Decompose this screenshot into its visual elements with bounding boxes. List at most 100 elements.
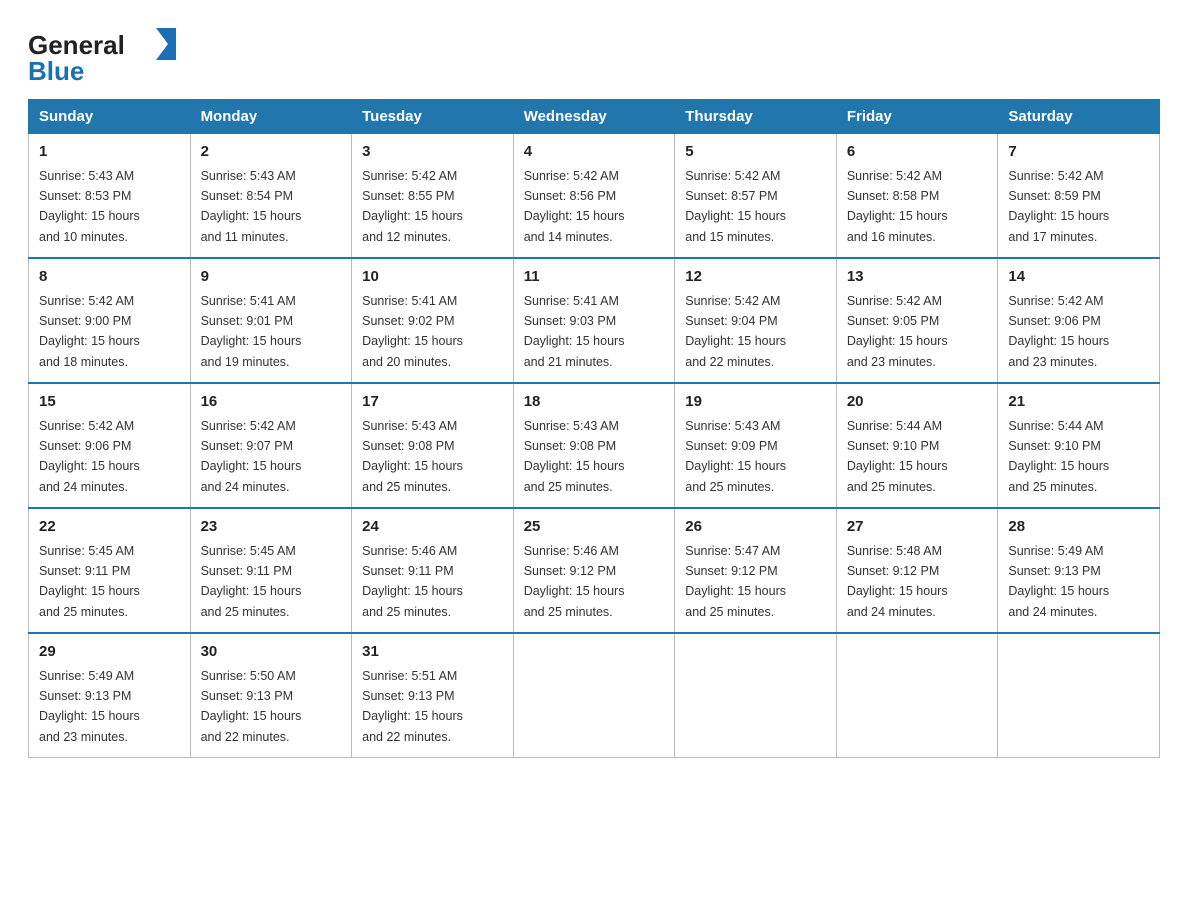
calendar-cell: 11 Sunrise: 5:41 AMSunset: 9:03 PMDaylig… bbox=[513, 258, 675, 383]
calendar-cell: 19 Sunrise: 5:43 AMSunset: 9:09 PMDaylig… bbox=[675, 383, 837, 508]
day-info: Sunrise: 5:42 AMSunset: 9:07 PMDaylight:… bbox=[201, 419, 302, 494]
day-number: 13 bbox=[847, 266, 988, 289]
calendar-cell: 13 Sunrise: 5:42 AMSunset: 9:05 PMDaylig… bbox=[836, 258, 998, 383]
calendar-header-row: SundayMondayTuesdayWednesdayThursdayFrid… bbox=[29, 100, 1160, 134]
day-info: Sunrise: 5:47 AMSunset: 9:12 PMDaylight:… bbox=[685, 544, 786, 619]
calendar-cell bbox=[998, 633, 1160, 758]
day-info: Sunrise: 5:45 AMSunset: 9:11 PMDaylight:… bbox=[39, 544, 140, 619]
day-info: Sunrise: 5:43 AMSunset: 9:08 PMDaylight:… bbox=[362, 419, 463, 494]
day-number: 28 bbox=[1008, 516, 1149, 539]
day-number: 8 bbox=[39, 266, 180, 289]
calendar-cell: 27 Sunrise: 5:48 AMSunset: 9:12 PMDaylig… bbox=[836, 508, 998, 633]
calendar-cell bbox=[836, 633, 998, 758]
calendar-cell: 28 Sunrise: 5:49 AMSunset: 9:13 PMDaylig… bbox=[998, 508, 1160, 633]
day-info: Sunrise: 5:42 AMSunset: 9:04 PMDaylight:… bbox=[685, 294, 786, 369]
calendar-week-5: 29 Sunrise: 5:49 AMSunset: 9:13 PMDaylig… bbox=[29, 633, 1160, 758]
calendar-cell: 22 Sunrise: 5:45 AMSunset: 9:11 PMDaylig… bbox=[29, 508, 191, 633]
day-number: 3 bbox=[362, 141, 503, 164]
day-info: Sunrise: 5:42 AMSunset: 9:06 PMDaylight:… bbox=[39, 419, 140, 494]
calendar-cell: 16 Sunrise: 5:42 AMSunset: 9:07 PMDaylig… bbox=[190, 383, 352, 508]
day-number: 30 bbox=[201, 641, 342, 664]
day-info: Sunrise: 5:42 AMSunset: 9:05 PMDaylight:… bbox=[847, 294, 948, 369]
day-info: Sunrise: 5:43 AMSunset: 8:54 PMDaylight:… bbox=[201, 169, 302, 244]
day-number: 22 bbox=[39, 516, 180, 539]
day-number: 4 bbox=[524, 141, 665, 164]
day-number: 25 bbox=[524, 516, 665, 539]
calendar-cell: 9 Sunrise: 5:41 AMSunset: 9:01 PMDayligh… bbox=[190, 258, 352, 383]
day-info: Sunrise: 5:43 AMSunset: 9:08 PMDaylight:… bbox=[524, 419, 625, 494]
calendar-cell: 1 Sunrise: 5:43 AMSunset: 8:53 PMDayligh… bbox=[29, 134, 191, 259]
weekday-header-saturday: Saturday bbox=[998, 100, 1160, 134]
day-number: 16 bbox=[201, 391, 342, 414]
weekday-header-friday: Friday bbox=[836, 100, 998, 134]
day-info: Sunrise: 5:51 AMSunset: 9:13 PMDaylight:… bbox=[362, 669, 463, 744]
calendar-cell: 5 Sunrise: 5:42 AMSunset: 8:57 PMDayligh… bbox=[675, 134, 837, 259]
calendar-cell: 29 Sunrise: 5:49 AMSunset: 9:13 PMDaylig… bbox=[29, 633, 191, 758]
calendar-cell: 23 Sunrise: 5:45 AMSunset: 9:11 PMDaylig… bbox=[190, 508, 352, 633]
calendar-cell: 7 Sunrise: 5:42 AMSunset: 8:59 PMDayligh… bbox=[998, 134, 1160, 259]
day-info: Sunrise: 5:43 AMSunset: 8:53 PMDaylight:… bbox=[39, 169, 140, 244]
calendar-cell: 26 Sunrise: 5:47 AMSunset: 9:12 PMDaylig… bbox=[675, 508, 837, 633]
calendar-week-2: 8 Sunrise: 5:42 AMSunset: 9:00 PMDayligh… bbox=[29, 258, 1160, 383]
day-number: 19 bbox=[685, 391, 826, 414]
day-info: Sunrise: 5:42 AMSunset: 8:55 PMDaylight:… bbox=[362, 169, 463, 244]
calendar-cell: 6 Sunrise: 5:42 AMSunset: 8:58 PMDayligh… bbox=[836, 134, 998, 259]
day-info: Sunrise: 5:50 AMSunset: 9:13 PMDaylight:… bbox=[201, 669, 302, 744]
day-info: Sunrise: 5:41 AMSunset: 9:03 PMDaylight:… bbox=[524, 294, 625, 369]
day-number: 5 bbox=[685, 141, 826, 164]
day-info: Sunrise: 5:43 AMSunset: 9:09 PMDaylight:… bbox=[685, 419, 786, 494]
calendar-cell: 31 Sunrise: 5:51 AMSunset: 9:13 PMDaylig… bbox=[352, 633, 514, 758]
day-number: 11 bbox=[524, 266, 665, 289]
day-number: 26 bbox=[685, 516, 826, 539]
calendar-cell: 17 Sunrise: 5:43 AMSunset: 9:08 PMDaylig… bbox=[352, 383, 514, 508]
weekday-header-monday: Monday bbox=[190, 100, 352, 134]
day-info: Sunrise: 5:49 AMSunset: 9:13 PMDaylight:… bbox=[39, 669, 140, 744]
logo: General Blue bbox=[28, 24, 198, 89]
calendar-cell: 15 Sunrise: 5:42 AMSunset: 9:06 PMDaylig… bbox=[29, 383, 191, 508]
day-number: 29 bbox=[39, 641, 180, 664]
header: General Blue bbox=[28, 24, 1160, 89]
day-number: 14 bbox=[1008, 266, 1149, 289]
calendar-cell bbox=[513, 633, 675, 758]
day-number: 7 bbox=[1008, 141, 1149, 164]
day-info: Sunrise: 5:42 AMSunset: 8:58 PMDaylight:… bbox=[847, 169, 948, 244]
page: General Blue SundayMondayTuesdayWednesda… bbox=[0, 0, 1188, 782]
day-number: 10 bbox=[362, 266, 503, 289]
day-info: Sunrise: 5:41 AMSunset: 9:01 PMDaylight:… bbox=[201, 294, 302, 369]
day-number: 27 bbox=[847, 516, 988, 539]
day-info: Sunrise: 5:46 AMSunset: 9:11 PMDaylight:… bbox=[362, 544, 463, 619]
svg-text:Blue: Blue bbox=[28, 56, 84, 84]
calendar-cell: 12 Sunrise: 5:42 AMSunset: 9:04 PMDaylig… bbox=[675, 258, 837, 383]
day-info: Sunrise: 5:42 AMSunset: 9:00 PMDaylight:… bbox=[39, 294, 140, 369]
day-number: 23 bbox=[201, 516, 342, 539]
calendar-week-1: 1 Sunrise: 5:43 AMSunset: 8:53 PMDayligh… bbox=[29, 134, 1160, 259]
calendar-cell: 25 Sunrise: 5:46 AMSunset: 9:12 PMDaylig… bbox=[513, 508, 675, 633]
calendar-week-3: 15 Sunrise: 5:42 AMSunset: 9:06 PMDaylig… bbox=[29, 383, 1160, 508]
day-number: 6 bbox=[847, 141, 988, 164]
day-info: Sunrise: 5:42 AMSunset: 8:57 PMDaylight:… bbox=[685, 169, 786, 244]
weekday-header-sunday: Sunday bbox=[29, 100, 191, 134]
day-info: Sunrise: 5:49 AMSunset: 9:13 PMDaylight:… bbox=[1008, 544, 1109, 619]
day-number: 12 bbox=[685, 266, 826, 289]
calendar-cell: 24 Sunrise: 5:46 AMSunset: 9:11 PMDaylig… bbox=[352, 508, 514, 633]
day-number: 20 bbox=[847, 391, 988, 414]
calendar-cell: 21 Sunrise: 5:44 AMSunset: 9:10 PMDaylig… bbox=[998, 383, 1160, 508]
day-info: Sunrise: 5:42 AMSunset: 9:06 PMDaylight:… bbox=[1008, 294, 1109, 369]
day-info: Sunrise: 5:46 AMSunset: 9:12 PMDaylight:… bbox=[524, 544, 625, 619]
calendar-cell: 2 Sunrise: 5:43 AMSunset: 8:54 PMDayligh… bbox=[190, 134, 352, 259]
day-info: Sunrise: 5:41 AMSunset: 9:02 PMDaylight:… bbox=[362, 294, 463, 369]
day-info: Sunrise: 5:42 AMSunset: 8:59 PMDaylight:… bbox=[1008, 169, 1109, 244]
day-number: 2 bbox=[201, 141, 342, 164]
calendar-cell: 20 Sunrise: 5:44 AMSunset: 9:10 PMDaylig… bbox=[836, 383, 998, 508]
calendar-cell: 8 Sunrise: 5:42 AMSunset: 9:00 PMDayligh… bbox=[29, 258, 191, 383]
day-number: 24 bbox=[362, 516, 503, 539]
day-number: 17 bbox=[362, 391, 503, 414]
weekday-header-thursday: Thursday bbox=[675, 100, 837, 134]
calendar-cell: 10 Sunrise: 5:41 AMSunset: 9:02 PMDaylig… bbox=[352, 258, 514, 383]
calendar-body: 1 Sunrise: 5:43 AMSunset: 8:53 PMDayligh… bbox=[29, 134, 1160, 758]
day-info: Sunrise: 5:48 AMSunset: 9:12 PMDaylight:… bbox=[847, 544, 948, 619]
calendar-week-4: 22 Sunrise: 5:45 AMSunset: 9:11 PMDaylig… bbox=[29, 508, 1160, 633]
calendar-cell: 14 Sunrise: 5:42 AMSunset: 9:06 PMDaylig… bbox=[998, 258, 1160, 383]
day-info: Sunrise: 5:45 AMSunset: 9:11 PMDaylight:… bbox=[201, 544, 302, 619]
day-number: 21 bbox=[1008, 391, 1149, 414]
